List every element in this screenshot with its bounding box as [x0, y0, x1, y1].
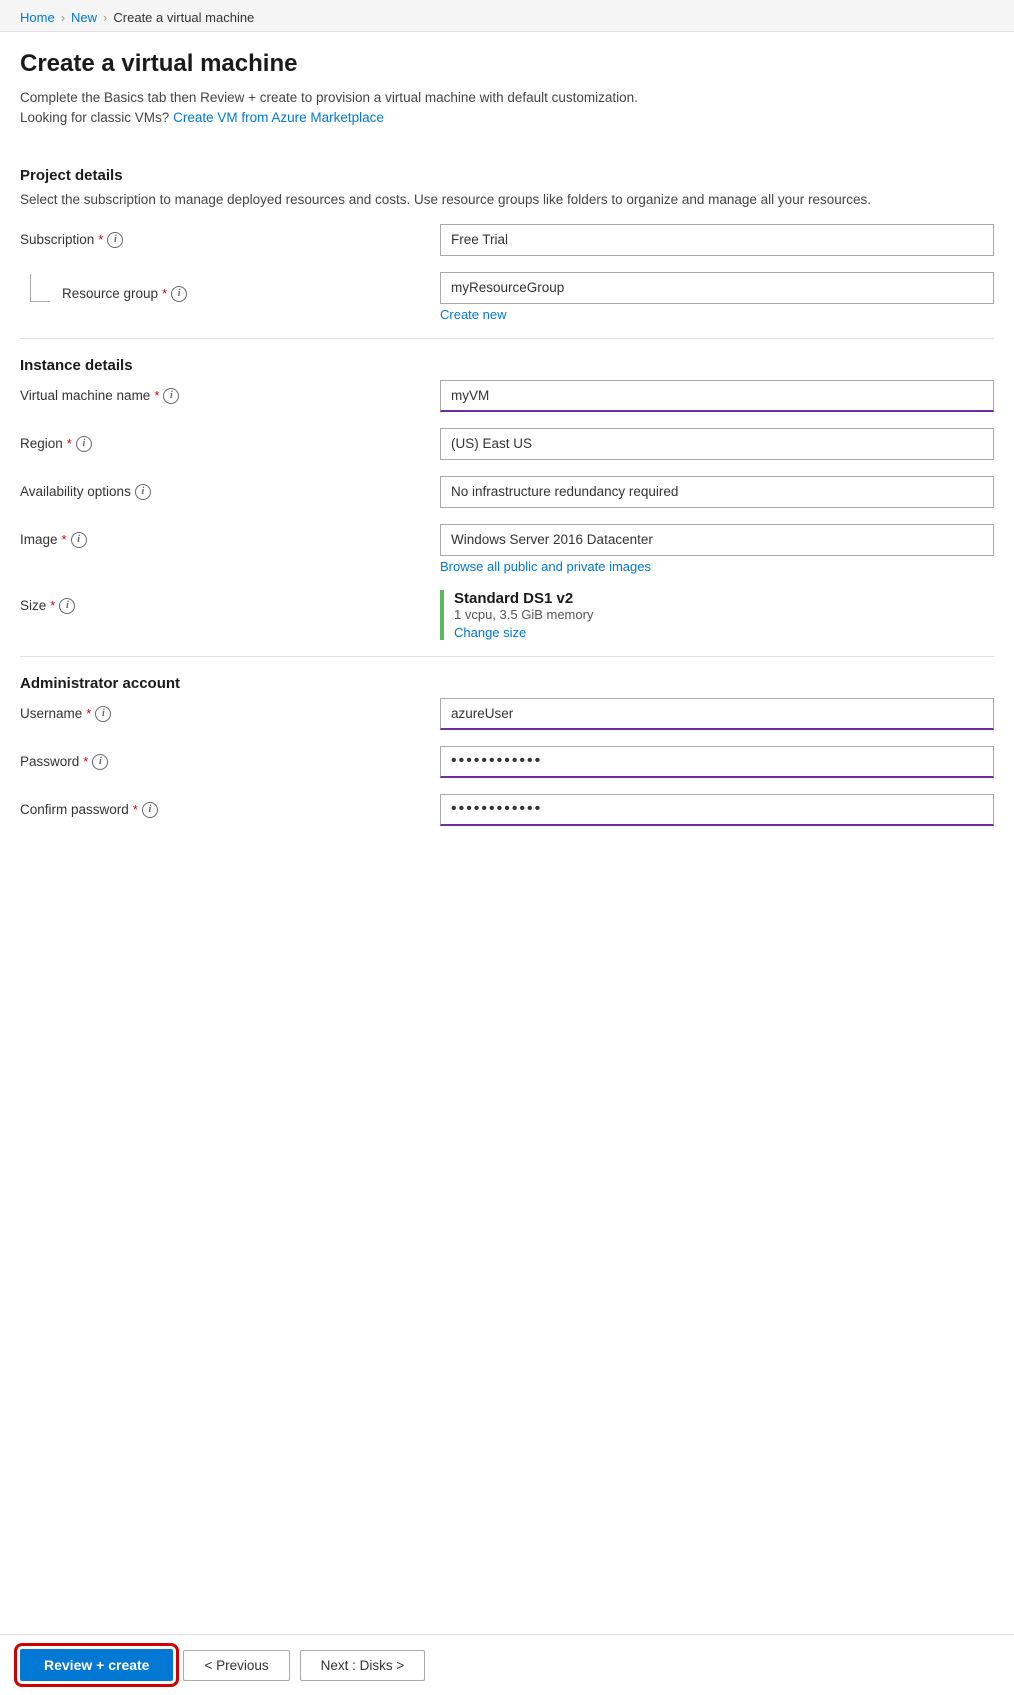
confirm-password-row: Confirm password * i [20, 794, 994, 826]
section-divider-2 [20, 656, 994, 657]
username-control [440, 698, 994, 730]
form-container: Project details Select the subscription … [0, 139, 1014, 942]
password-control [440, 746, 994, 778]
resource-group-input[interactable] [440, 272, 994, 304]
username-input[interactable] [440, 698, 994, 730]
region-info-icon[interactable]: i [76, 436, 92, 452]
size-control: Standard DS1 v2 1 vcpu, 3.5 GiB memory C… [440, 590, 994, 640]
availability-row: Availability options i [20, 476, 994, 508]
image-info-icon[interactable]: i [71, 532, 87, 548]
vm-name-required: * [154, 388, 159, 403]
size-info-box: Standard DS1 v2 1 vcpu, 3.5 GiB memory C… [440, 590, 994, 640]
username-row: Username * i [20, 698, 994, 730]
vm-name-label: Virtual machine name * i [20, 380, 440, 404]
password-input[interactable] [440, 746, 994, 778]
confirm-info-icon[interactable]: i [142, 802, 158, 818]
browse-images-link[interactable]: Browse all public and private images [440, 559, 994, 574]
confirm-password-label: Confirm password * i [20, 794, 440, 818]
image-row: Image * i Browse all public and private … [20, 524, 994, 574]
admin-account-title: Administrator account [20, 675, 994, 692]
password-required: * [83, 754, 88, 769]
availability-info-icon[interactable]: i [135, 484, 151, 500]
subscription-label: Subscription * i [20, 224, 440, 248]
subscription-row: Subscription * i [20, 224, 994, 256]
intro-paragraph2: Looking for classic VMs? Create VM from … [20, 108, 994, 128]
instance-details-title: Instance details [20, 357, 994, 374]
previous-button[interactable]: < Previous [183, 1650, 289, 1681]
region-label: Region * i [20, 428, 440, 452]
page-title: Create a virtual machine [20, 50, 994, 78]
vm-name-row: Virtual machine name * i [20, 380, 994, 412]
vm-name-control [440, 380, 994, 412]
size-row: Size * i Standard DS1 v2 1 vcpu, 3.5 GiB… [20, 590, 994, 640]
review-create-button[interactable]: Review + create [20, 1649, 173, 1681]
availability-label: Availability options i [20, 476, 440, 500]
intro-paragraph1: Complete the Basics tab then Review + cr… [20, 88, 994, 108]
page-header: Create a virtual machine [0, 32, 1014, 88]
size-label: Size * i [20, 590, 440, 614]
breadcrumb-home[interactable]: Home [20, 10, 55, 25]
classic-vm-link[interactable]: Create VM from Azure Marketplace [173, 110, 384, 125]
password-label: Password * i [20, 746, 440, 770]
password-info-icon[interactable]: i [92, 754, 108, 770]
vm-name-input[interactable] [440, 380, 994, 412]
breadcrumb: Home › New › Create a virtual machine [0, 0, 1014, 32]
intro-text: Complete the Basics tab then Review + cr… [0, 88, 1014, 139]
footer-bar: Review + create < Previous Next : Disks … [0, 1634, 1014, 1695]
image-input[interactable] [440, 524, 994, 556]
image-required: * [62, 532, 67, 547]
size-name: Standard DS1 v2 [454, 590, 994, 607]
resource-group-label-wrapper: Resource group * i [20, 272, 440, 308]
rg-bracket [30, 274, 50, 302]
confirm-password-input[interactable] [440, 794, 994, 826]
project-details-desc: Select the subscription to manage deploy… [20, 190, 994, 210]
rg-info-icon[interactable]: i [171, 286, 187, 302]
resource-group-row: Resource group * i Create new [20, 272, 994, 322]
resource-group-control: Create new [440, 272, 994, 322]
size-spec: 1 vcpu, 3.5 GiB memory [454, 607, 994, 622]
region-input[interactable] [440, 428, 994, 460]
subscription-info-icon[interactable]: i [107, 232, 123, 248]
confirm-password-control [440, 794, 994, 826]
breadcrumb-sep1: › [61, 10, 65, 25]
subscription-control [440, 224, 994, 256]
size-info-icon[interactable]: i [59, 598, 75, 614]
breadcrumb-current: Create a virtual machine [113, 10, 254, 25]
rg-required: * [162, 286, 167, 301]
next-disks-button[interactable]: Next : Disks > [300, 1650, 426, 1681]
subscription-input[interactable] [440, 224, 994, 256]
breadcrumb-new[interactable]: New [71, 10, 97, 25]
region-control [440, 428, 994, 460]
password-row: Password * i [20, 746, 994, 778]
change-size-link[interactable]: Change size [454, 625, 994, 640]
image-control: Browse all public and private images [440, 524, 994, 574]
availability-input[interactable] [440, 476, 994, 508]
vm-name-info-icon[interactable]: i [163, 388, 179, 404]
project-details-title: Project details [20, 167, 994, 184]
subscription-required: * [98, 232, 103, 247]
section-divider-1 [20, 338, 994, 339]
username-info-icon[interactable]: i [95, 706, 111, 722]
breadcrumb-sep2: › [103, 10, 107, 25]
image-label: Image * i [20, 524, 440, 548]
region-row: Region * i [20, 428, 994, 460]
username-required: * [86, 706, 91, 721]
username-label: Username * i [20, 698, 440, 722]
availability-control [440, 476, 994, 508]
create-new-link[interactable]: Create new [440, 307, 994, 322]
size-required: * [50, 598, 55, 613]
confirm-required: * [133, 802, 138, 817]
region-required: * [67, 436, 72, 451]
